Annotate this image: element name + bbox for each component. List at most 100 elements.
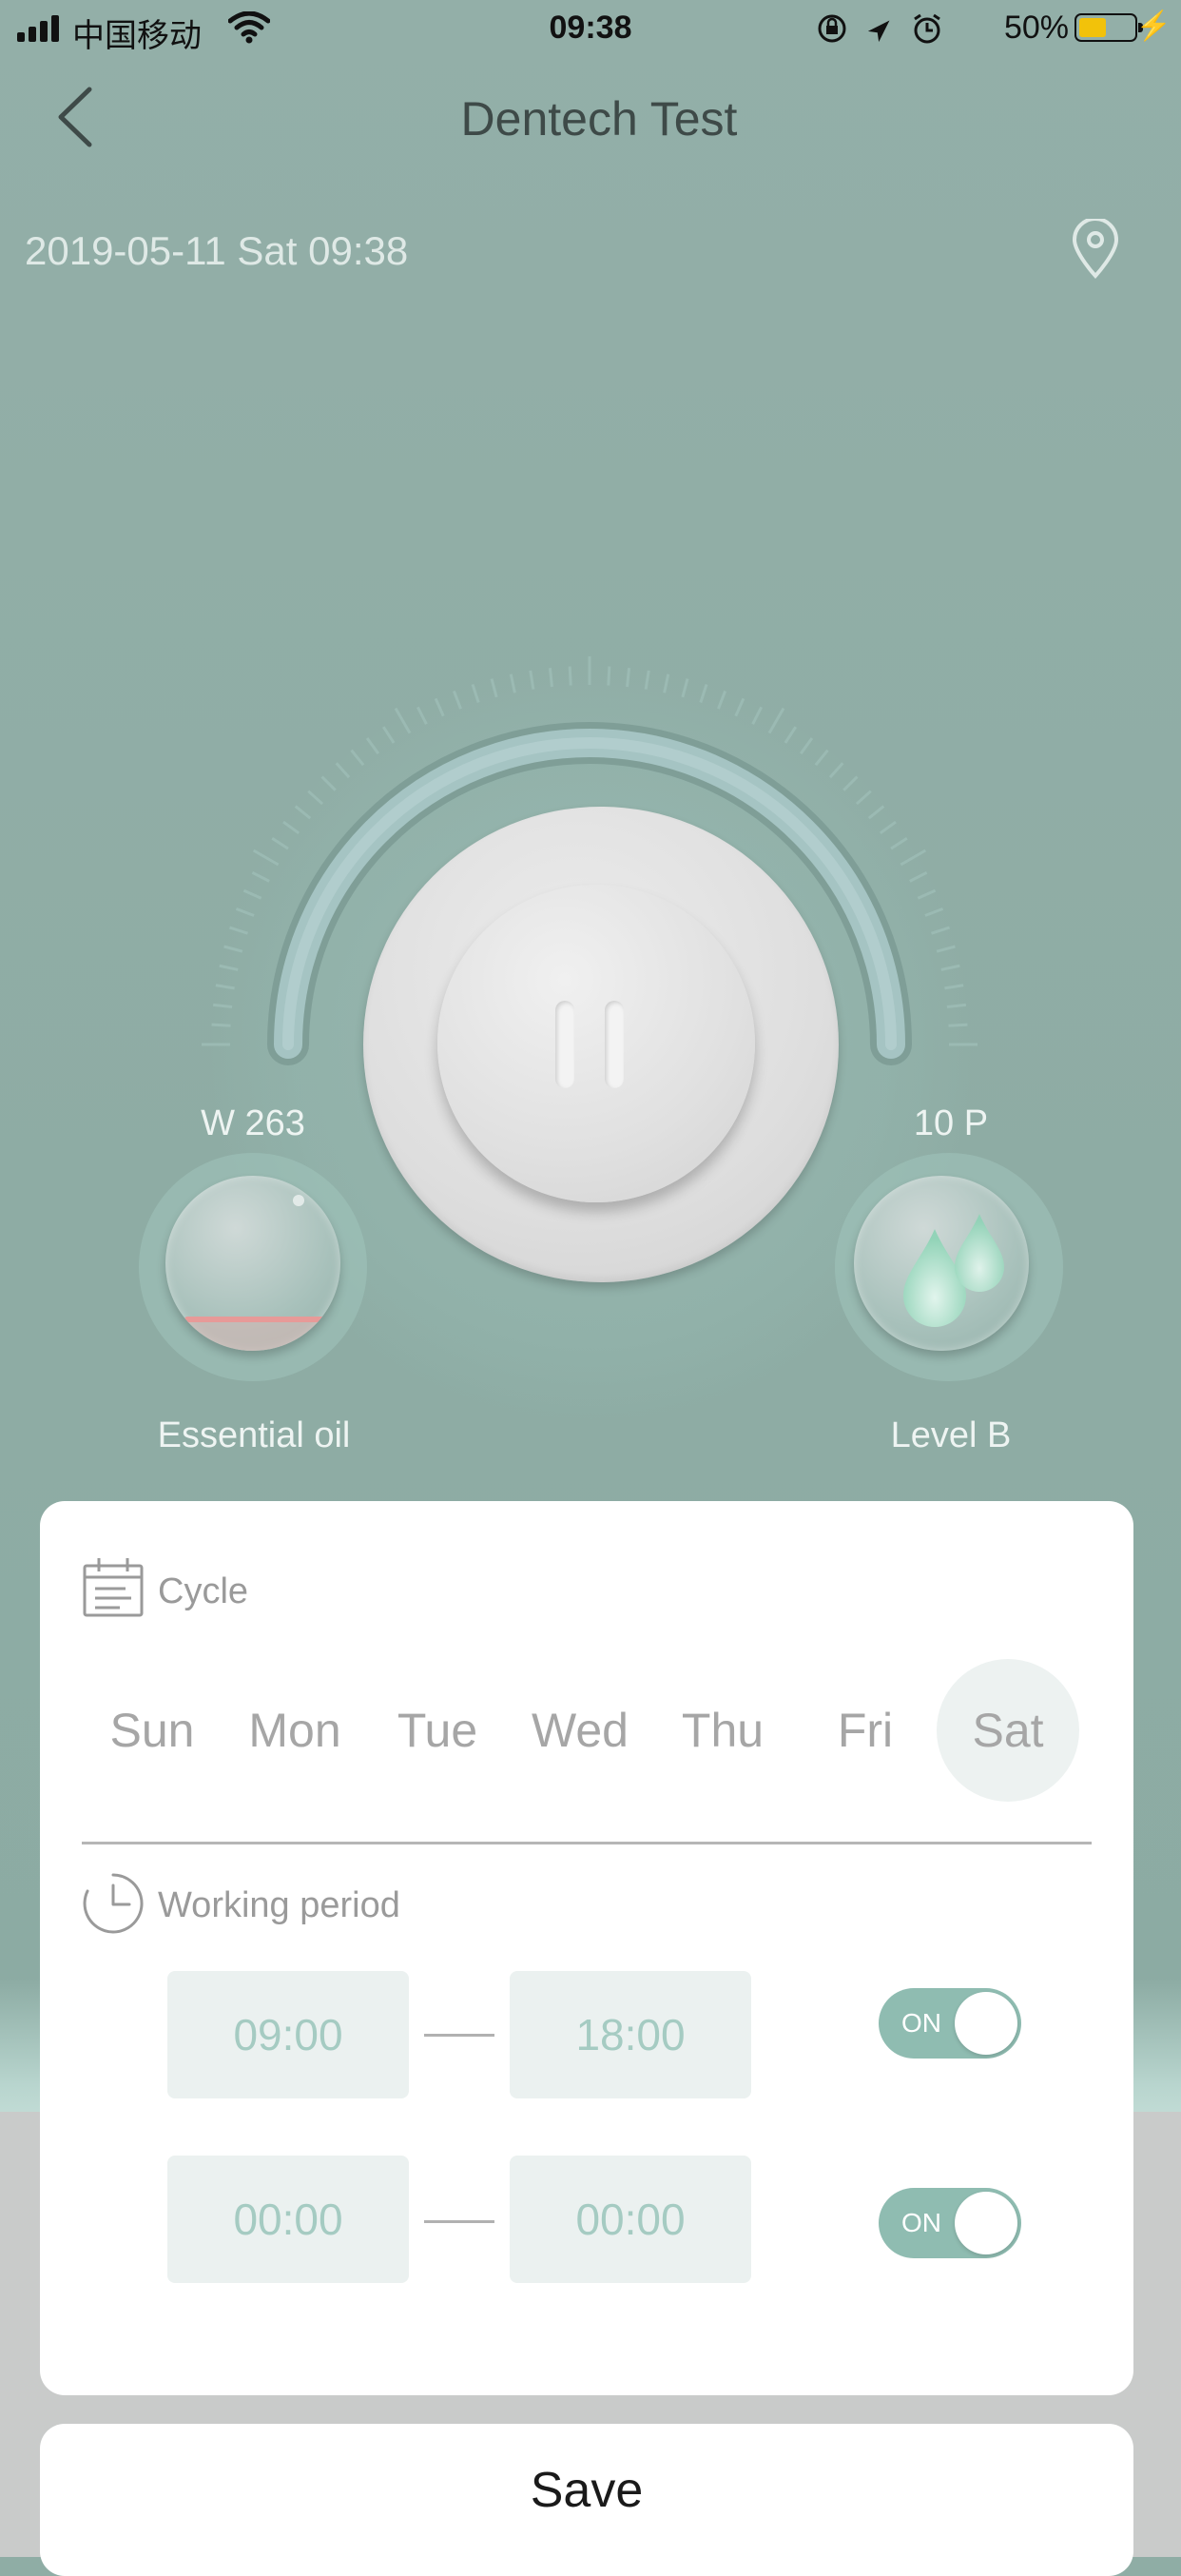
- oil-level-icon: [175, 1195, 337, 1351]
- essential-oil-button[interactable]: [165, 1176, 340, 1351]
- page-title: Dentech Test: [460, 92, 738, 146]
- location-pin-icon[interactable]: [1069, 219, 1122, 280]
- level-value: 10 P: [913, 1103, 989, 1143]
- period-2-end-time[interactable]: 00:00: [510, 2156, 751, 2283]
- dial-tick: [213, 1003, 233, 1008]
- dial-tick: [828, 762, 844, 779]
- dial-tick: [717, 690, 727, 710]
- pause-icon: [605, 1001, 624, 1088]
- dial-tick: [890, 836, 908, 850]
- dial-tick: [271, 836, 289, 850]
- dial-tick: [568, 666, 572, 686]
- dial-tick: [223, 945, 243, 953]
- cycle-label: Cycle: [158, 1571, 249, 1611]
- dial-tick: [219, 964, 239, 971]
- dial-tick: [307, 790, 324, 806]
- dial-tick: [936, 945, 956, 953]
- period-1-toggle[interactable]: ON: [879, 1988, 1021, 2059]
- dial-tick: [814, 749, 829, 767]
- period-2-start-time[interactable]: 00:00: [167, 2156, 409, 2283]
- period-1-start-time[interactable]: 09:00: [167, 1971, 409, 2098]
- dial-tick: [394, 707, 412, 734]
- level-button[interactable]: [854, 1176, 1029, 1351]
- dial-tick: [335, 762, 351, 779]
- dial-tick: [471, 684, 480, 703]
- dial-tick: [452, 690, 462, 710]
- dial-tick: [940, 964, 960, 971]
- toggle-knob: [955, 2192, 1017, 2254]
- dial-tick: [282, 820, 300, 835]
- dial-tick: [252, 849, 280, 867]
- pause-icon: [555, 1001, 574, 1088]
- dial-tick: [251, 870, 270, 883]
- time-separator: [424, 2220, 494, 2223]
- day-sun[interactable]: Sun: [81, 1659, 223, 1802]
- dial-tick: [644, 670, 650, 690]
- dial-tick: [751, 706, 764, 725]
- toggle-label: ON: [901, 2008, 941, 2038]
- dial-tick: [663, 673, 670, 693]
- dial-tick: [490, 678, 498, 698]
- dial-tick: [900, 849, 927, 867]
- essential-oil-value: W 263: [201, 1103, 305, 1143]
- dial-tick: [381, 726, 396, 744]
- dial-tick: [924, 907, 944, 917]
- essential-oil-label: Essential oil: [157, 1415, 351, 1455]
- dial-tick: [855, 790, 872, 806]
- divider: [82, 1842, 1092, 1844]
- clock-icon: [83, 1873, 144, 1934]
- pause-button[interactable]: [437, 885, 755, 1202]
- level-label: Level B: [890, 1415, 1012, 1455]
- day-mon[interactable]: Mon: [223, 1659, 366, 1802]
- toggle-label: ON: [901, 2208, 941, 2237]
- dial-tick: [229, 926, 248, 935]
- status-bar: 中国移动 09:38 50% ⚡: [0, 0, 1181, 57]
- dial-tick: [799, 737, 814, 755]
- dial-tick: [944, 984, 964, 990]
- water-drops-icon: [903, 1214, 1004, 1327]
- calendar-icon: [83, 1558, 144, 1617]
- day-fri[interactable]: Fri: [794, 1659, 937, 1802]
- day-tue[interactable]: Tue: [366, 1659, 509, 1802]
- dial-tick: [235, 907, 255, 917]
- dial-tick: [699, 684, 708, 703]
- period-2-toggle[interactable]: ON: [879, 2188, 1021, 2258]
- dial-tick: [294, 805, 312, 820]
- dial-tick: [509, 673, 516, 693]
- dial-tick: [434, 697, 445, 717]
- day-wed[interactable]: Wed: [509, 1659, 651, 1802]
- device-datetime: 2019-05-11 Sat 09:38: [25, 228, 409, 273]
- day-thu[interactable]: Thu: [651, 1659, 794, 1802]
- dial-tick: [681, 678, 689, 698]
- dial-tick: [767, 707, 785, 734]
- dial-tick: [626, 668, 631, 688]
- time-separator: [424, 2034, 494, 2037]
- dial-tick: [242, 888, 262, 900]
- dial-tick: [909, 870, 928, 883]
- dial-tick: [529, 670, 535, 690]
- dial-tick: [734, 697, 745, 717]
- charging-bolt-icon: ⚡: [1135, 10, 1171, 42]
- dial-tick: [607, 666, 611, 686]
- dial-tick: [215, 984, 235, 990]
- dial-tick: [350, 749, 365, 767]
- dial-tick: [416, 706, 428, 725]
- dial-tick: [867, 805, 885, 820]
- dial-tick: [917, 888, 937, 900]
- period-1-end-time[interactable]: 18:00: [510, 1971, 751, 2098]
- dial-tick: [784, 726, 798, 744]
- dial-tick: [842, 775, 859, 791]
- dial-tick: [320, 775, 337, 791]
- working-period-label: Working period: [158, 1885, 400, 1925]
- dial-tick: [548, 668, 553, 688]
- dial-tick: [946, 1003, 966, 1008]
- dial-tick: [879, 820, 897, 835]
- day-sat[interactable]: Sat: [937, 1659, 1079, 1802]
- battery-icon: [1075, 13, 1143, 42]
- dial-tick: [931, 926, 950, 935]
- battery-percent: 50%: [1003, 10, 1069, 46]
- dial-tick: [365, 737, 380, 755]
- system-status-icons: [818, 13, 940, 44]
- toggle-knob: [955, 1992, 1017, 2055]
- save-button[interactable]: Save: [40, 2424, 1133, 2576]
